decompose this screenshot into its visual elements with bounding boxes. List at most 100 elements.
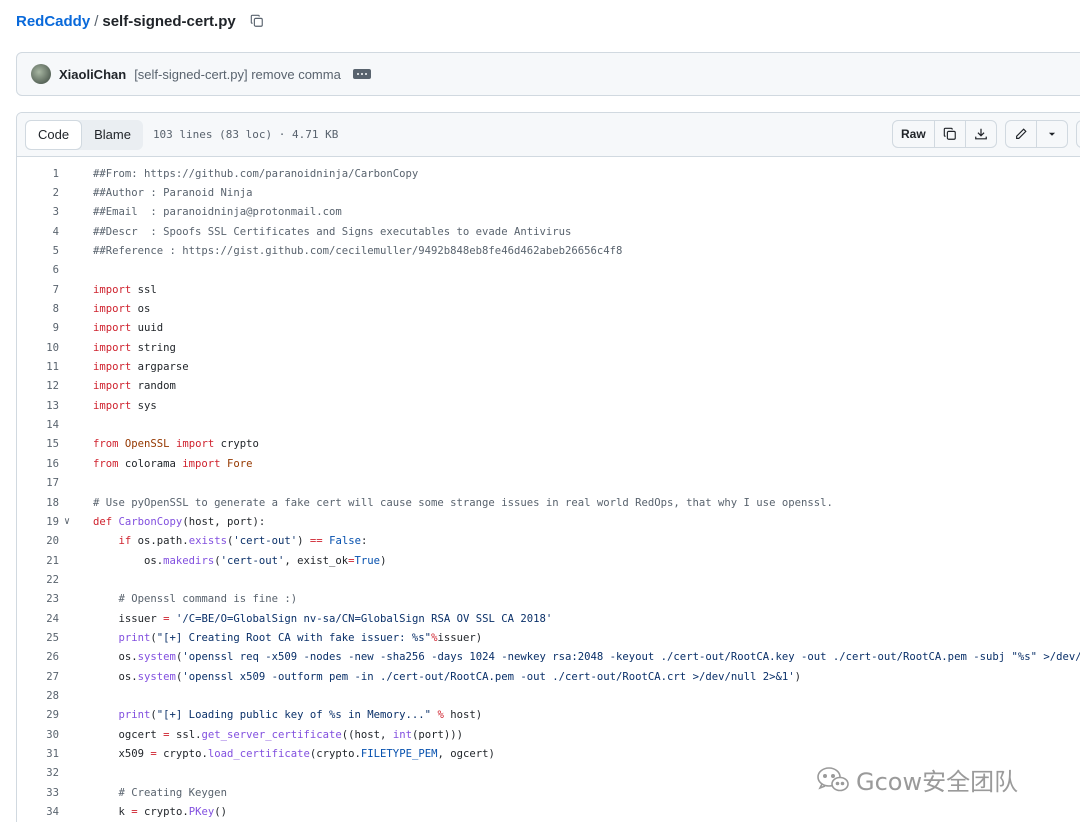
line-number[interactable]: 22 bbox=[17, 574, 61, 586]
line-number[interactable]: 33 bbox=[17, 787, 61, 799]
line-number[interactable]: 31 bbox=[17, 748, 61, 760]
raw-button-group: Raw bbox=[892, 120, 997, 148]
code-text: os.makedirs('cert-out', exist_ok=True) bbox=[93, 554, 387, 567]
line-number[interactable]: 13 bbox=[17, 400, 61, 412]
download-icon bbox=[974, 128, 987, 140]
file-toolbar: Raw bbox=[892, 120, 1080, 148]
code-text: os.system('openssl req -x509 -nodes -new… bbox=[93, 651, 1080, 664]
file-name: self-signed-cert.py bbox=[102, 12, 236, 30]
code-line: 25 print("[+] Creating Root CA with fake… bbox=[17, 628, 1080, 647]
avatar[interactable] bbox=[31, 64, 51, 84]
line-number[interactable]: 19 bbox=[17, 516, 61, 528]
code-line: 20 if os.path.exists('cert-out') == Fals… bbox=[17, 532, 1080, 551]
code-text: ogcert = ssl.get_server_certificate((hos… bbox=[93, 728, 463, 741]
code-line: 18 # Use pyOpenSSL to generate a fake cer… bbox=[17, 493, 1080, 512]
line-number[interactable]: 17 bbox=[17, 477, 61, 489]
line-number[interactable]: 7 bbox=[17, 284, 61, 296]
line-number[interactable]: 34 bbox=[17, 806, 61, 818]
line-number[interactable]: 21 bbox=[17, 555, 61, 567]
code-line: 30 ogcert = ssl.get_server_certificate((… bbox=[17, 725, 1080, 744]
line-number[interactable]: 5 bbox=[17, 245, 61, 257]
tab-code[interactable]: Code bbox=[25, 119, 83, 150]
code-line: 17 bbox=[17, 474, 1080, 493]
raw-button[interactable]: Raw bbox=[893, 121, 935, 147]
code-text: import sys bbox=[93, 399, 157, 412]
line-number[interactable]: 11 bbox=[17, 361, 61, 373]
line-number[interactable]: 3 bbox=[17, 206, 61, 218]
commit-message[interactable]: [self-signed-cert.py] remove comma bbox=[134, 67, 341, 82]
copy-icon bbox=[250, 14, 263, 27]
code-line: 28 bbox=[17, 686, 1080, 705]
line-number[interactable]: 23 bbox=[17, 593, 61, 605]
copy-path-button[interactable] bbox=[248, 12, 266, 30]
line-number[interactable]: 20 bbox=[17, 535, 61, 547]
line-number[interactable]: 10 bbox=[17, 342, 61, 354]
code-line: 2 ##Author : Paranoid Ninja bbox=[17, 183, 1080, 202]
pencil-icon bbox=[1015, 128, 1027, 139]
line-number[interactable]: 4 bbox=[17, 226, 61, 238]
line-number[interactable]: 27 bbox=[17, 671, 61, 683]
kebab-icon[interactable] bbox=[352, 69, 371, 79]
code-text: from colorama import Fore bbox=[93, 457, 253, 470]
breadcrumb: RedCaddy / self-signed-cert.py bbox=[16, 10, 266, 32]
line-number[interactable]: 32 bbox=[17, 767, 61, 779]
code-text: x509 = crypto.load_certificate(crypto.FI… bbox=[93, 747, 495, 760]
code-line: 7 import ssl bbox=[17, 280, 1080, 299]
code-line: 27 os.system('openssl x509 -outform pem … bbox=[17, 667, 1080, 686]
code-line: 13 import sys bbox=[17, 396, 1080, 415]
wechat-icon bbox=[817, 766, 849, 791]
repo-link[interactable]: RedCaddy bbox=[16, 13, 90, 30]
code-text: import uuid bbox=[93, 322, 164, 335]
breadcrumb-separator: / bbox=[94, 12, 99, 30]
code-line: 5 ##Reference : https://gist.github.com/c… bbox=[17, 241, 1080, 260]
code-line: 15 from OpenSSL import crypto bbox=[17, 435, 1080, 454]
edit-dropdown[interactable] bbox=[1037, 121, 1067, 147]
code-text: if os.path.exists('cert-out') == False: bbox=[118, 535, 368, 548]
code-text: k = crypto.PKey() bbox=[93, 806, 227, 819]
code-text: from OpenSSL import crypto bbox=[93, 438, 259, 451]
chevron-down-icon[interactable]: ∨ bbox=[61, 516, 77, 527]
line-number[interactable]: 6 bbox=[17, 264, 61, 276]
code-line: 9 import uuid bbox=[17, 319, 1080, 338]
code-text: print("[+] Loading public key of %s in M… bbox=[118, 709, 483, 722]
code-text: ##Descr : Spoofs SSL Certificates and Si… bbox=[93, 225, 572, 238]
line-number[interactable]: 2 bbox=[17, 187, 61, 199]
caret-down-icon bbox=[1048, 132, 1055, 136]
line-number[interactable]: 24 bbox=[17, 613, 61, 625]
code-text: ##From: https://github.com/paranoidninja… bbox=[93, 167, 419, 180]
line-number[interactable]: 29 bbox=[17, 709, 61, 721]
line-number[interactable]: 15 bbox=[17, 438, 61, 450]
symbols-button-group bbox=[1075, 120, 1080, 148]
code-text: import os bbox=[93, 303, 151, 316]
edit-button[interactable] bbox=[1006, 121, 1037, 147]
line-number[interactable]: 16 bbox=[17, 458, 61, 470]
line-number[interactable]: 26 bbox=[17, 651, 61, 663]
line-number[interactable]: 28 bbox=[17, 690, 61, 702]
copy-raw-button[interactable] bbox=[935, 121, 966, 147]
line-number[interactable]: 30 bbox=[17, 729, 61, 741]
code-line: 23 # Openssl command is fine :) bbox=[17, 590, 1080, 609]
code-text: # Creating Keygen bbox=[118, 786, 227, 799]
code-line: 16 from colorama import Fore bbox=[17, 454, 1080, 473]
line-number[interactable]: 18 bbox=[17, 497, 61, 509]
line-number[interactable]: 1 bbox=[17, 168, 61, 180]
code-line: 14 bbox=[17, 415, 1080, 434]
code-line: 1 ##From: https://github.com/paranoidninj… bbox=[17, 164, 1080, 183]
copy-raw-icon bbox=[943, 127, 956, 140]
tab-blame[interactable]: Blame bbox=[82, 120, 143, 150]
download-button[interactable] bbox=[966, 121, 996, 147]
code-line: 29 print("[+] Loading public key of %s i… bbox=[17, 706, 1080, 725]
code-line: 34 k = crypto.PKey() bbox=[17, 802, 1080, 821]
file-viewer: Code Blame 103 lines (83 loc) · 4.71 KB … bbox=[16, 112, 1080, 822]
commit-author[interactable]: XiaoliChan bbox=[59, 67, 126, 82]
code-text: ##Author : Paranoid Ninja bbox=[93, 187, 253, 200]
line-number[interactable]: 8 bbox=[17, 303, 61, 315]
code-text: ##Reference : https://gist.github.com/ce… bbox=[93, 245, 623, 258]
line-number[interactable]: 14 bbox=[17, 419, 61, 431]
code-text: import ssl bbox=[93, 283, 157, 296]
line-number[interactable]: 9 bbox=[17, 322, 61, 334]
code-line: 22 bbox=[17, 570, 1080, 589]
line-number[interactable]: 25 bbox=[17, 632, 61, 644]
line-number[interactable]: 12 bbox=[17, 380, 61, 392]
code-line: 10 import string bbox=[17, 338, 1080, 357]
